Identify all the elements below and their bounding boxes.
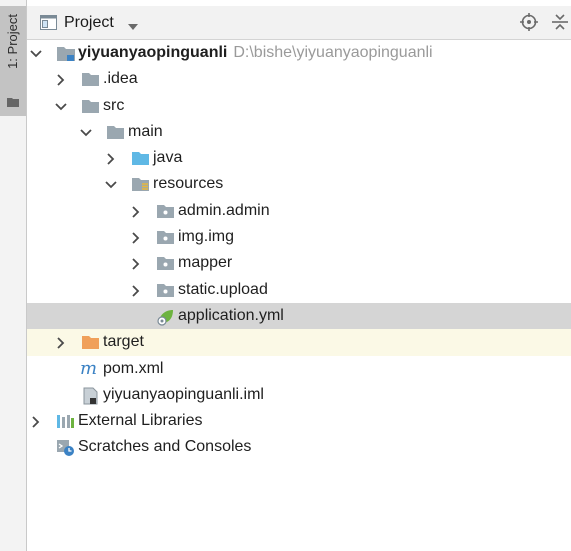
chevron-down-icon[interactable] [30,47,42,65]
tree-row-iml[interactable]: yiyuanyaopinguanli.iml [27,382,571,408]
tree-item-label: Scratches and Consoles [78,438,252,456]
tree-row-scratches[interactable]: Scratches and Consoles [27,434,571,460]
tree-row-idea[interactable]: .idea [27,66,571,92]
tree-item-label: static.upload [178,280,268,298]
tree-item-label: .idea [103,70,138,88]
tree-row-admin[interactable]: admin.admin [27,198,571,224]
chevron-right-icon[interactable] [30,415,42,433]
tree-row-java[interactable]: java [27,145,571,171]
spring-leaf-icon [156,308,175,331]
chevron-right-icon[interactable] [105,152,117,170]
package-folder-icon [156,282,175,303]
project-panel-header: Project [27,6,571,40]
folder-icon [81,98,100,119]
tree-item-label: mapper [178,254,233,272]
package-folder-icon [156,255,175,276]
tree-row-external-libraries[interactable]: External Libraries [27,408,571,434]
tree-item-label: img.img [178,228,235,246]
chevron-down-icon[interactable] [105,178,117,196]
chevron-right-icon[interactable] [130,205,142,223]
module-folder-icon [56,45,76,67]
project-tool-tab[interactable]: 1: Project [0,6,26,116]
project-view-icon [40,15,57,35]
chevron-right-icon[interactable] [55,336,67,354]
chevron-down-icon[interactable] [80,126,92,144]
tree-item-label: application.yml [178,306,284,324]
folder-icon [106,124,125,145]
tree-item-label: main [128,122,163,140]
excluded-folder-icon [81,334,100,355]
tree-row-application-yml[interactable]: application.yml [27,302,571,331]
tree-item-label: External Libraries [78,412,203,430]
chevron-down-icon[interactable] [55,100,67,118]
source-folder-icon [131,150,150,171]
collapse-all-icon[interactable] [552,13,568,36]
svg-text:m: m [80,358,97,378]
tree-item-label: resources [153,175,224,193]
module-file-icon [83,387,99,410]
project-tree: yiyuanyaopinguanli D:\bishe\yiyuanyaoping… [27,40,571,461]
tree-row-pom[interactable]: m pom.xml [27,356,571,382]
tree-item-label: src [103,96,125,114]
package-folder-icon [156,203,175,224]
tree-row-src[interactable]: src [27,93,571,119]
package-folder-icon [156,229,175,250]
tree-row-resources[interactable]: resources [27,171,571,197]
folder-icon [7,94,19,112]
tree-row-img[interactable]: img.img [27,224,571,250]
tree-item-label: yiyuanyaopinguanli.iml [103,385,264,403]
tree-item-label: yiyuanyaopinguanli D:\bishe\yiyuanyaoping… [78,44,433,61]
library-icon [56,413,75,434]
tree-row-root[interactable]: yiyuanyaopinguanli D:\bishe\yiyuanyaoping… [27,40,571,66]
tree-row-target[interactable]: target [27,329,571,356]
tree-item-label: java [153,149,183,167]
chevron-right-icon[interactable] [55,73,67,91]
project-panel: Project yiyuanyaopinguanli D:\bishe\yiyu… [27,0,571,551]
tool-window-strip: 1: Project [0,0,27,551]
chevron-right-icon[interactable] [130,284,142,302]
project-view-title[interactable]: Project [64,14,114,32]
tree-item-label: target [103,333,144,351]
folder-icon [81,71,100,92]
chevron-right-icon[interactable] [130,231,142,249]
tree-row-main[interactable]: main [27,119,571,145]
project-tab-label: 1: Project [5,14,20,69]
resources-folder-icon [131,176,150,197]
tree-row-mapper[interactable]: mapper [27,250,571,276]
maven-icon: m [79,358,101,383]
tree-item-path: D:\bishe\yiyuanyaopinguanli [233,44,433,61]
locate-target-icon[interactable] [520,13,538,36]
tree-row-static-upload[interactable]: static.upload [27,277,571,303]
tree-item-label: admin.admin [178,201,270,219]
chevron-right-icon[interactable] [130,257,142,275]
scratches-icon [56,439,76,462]
tree-item-label: pom.xml [103,359,164,377]
chevron-down-icon[interactable] [127,18,139,36]
